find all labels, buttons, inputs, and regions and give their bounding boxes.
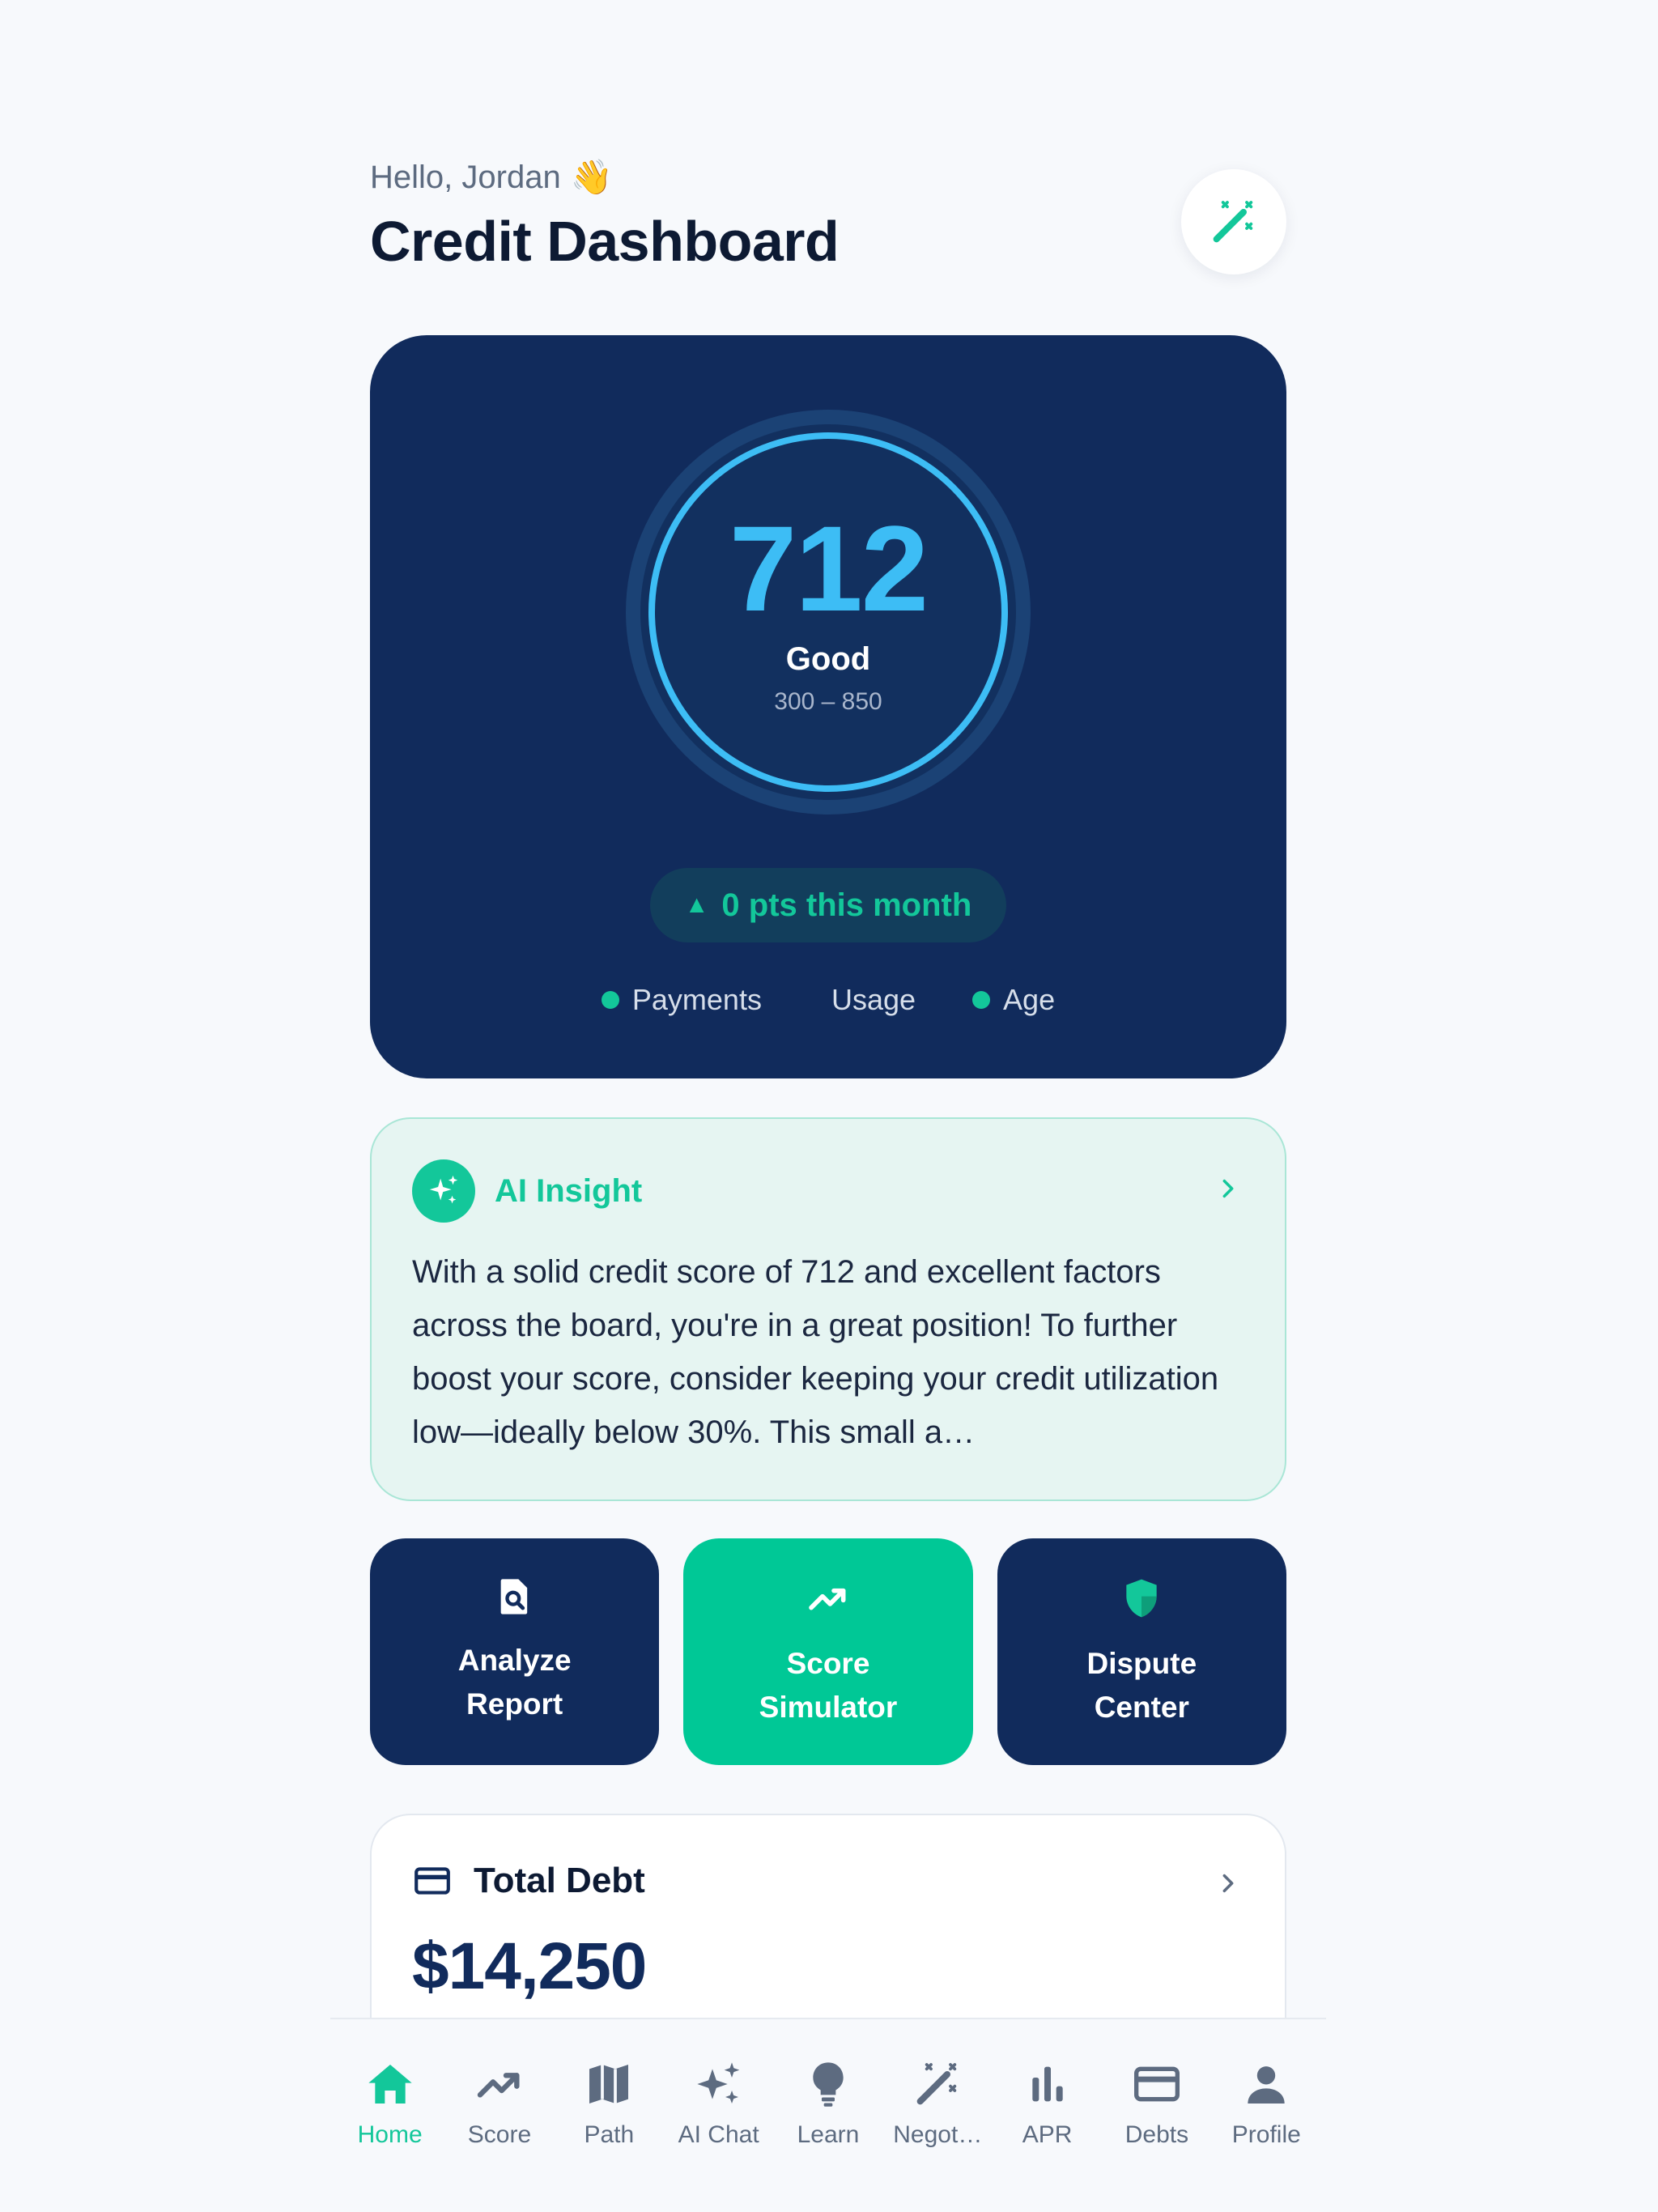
score-simulator-button[interactable]: Score Simulator (683, 1538, 973, 1765)
nav-label: Profile (1231, 2121, 1301, 2148)
nav-item-path[interactable]: Path (555, 2019, 664, 2212)
factor-label: Age (1003, 983, 1056, 1016)
sparkles-icon (696, 2062, 739, 2104)
ai-insight-header: AI Insight (412, 1159, 642, 1223)
nav-label: Score (467, 2121, 532, 2148)
bottom-navigation: Home Score Path AI Chat Learn Negot… APR… (330, 2018, 1326, 2212)
analyze-report-button[interactable]: Analyze Report (370, 1538, 660, 1765)
factor-payments: Payments (601, 983, 762, 1017)
nav-label: Negot… (893, 2121, 983, 2148)
document-search-icon (500, 1579, 527, 1614)
greeting-text: Hello, Jordan (370, 160, 561, 195)
factor-label: Usage (831, 983, 916, 1016)
total-debt-title: Total Debt (474, 1861, 645, 1900)
ai-insight-text: With a solid credit score of 712 and exc… (412, 1254, 1219, 1450)
ai-insight-card[interactable]: AI Insight With a solid credit score of … (370, 1117, 1286, 1501)
score-rating: Good (785, 641, 871, 677)
nav-item-apr[interactable]: APR (993, 2019, 1102, 2212)
magic-wand-button[interactable] (1181, 169, 1286, 274)
credit-score-card[interactable]: 712 Good 300 – 850 ▲ 0 pts this month Pa… (370, 335, 1286, 1078)
sparkles-badge (412, 1159, 475, 1223)
chevron-right-icon[interactable] (1217, 1872, 1239, 1895)
page-title: Credit Dashboard (370, 210, 840, 273)
bar-chart-icon (1031, 2066, 1063, 2102)
analyze-report-label: Analyze Report (457, 1644, 572, 1721)
person-icon (1248, 2066, 1285, 2104)
nav-label: Debts (1124, 2121, 1189, 2148)
chevron-right-icon[interactable] (1217, 1177, 1239, 1200)
score-change-text: 0 pts this month (721, 887, 972, 923)
trending-up-icon (809, 1588, 846, 1610)
factor-dot (972, 991, 991, 1009)
nav-item-profile[interactable]: Profile (1212, 2019, 1321, 2212)
total-debt-header: Total Debt (412, 1861, 645, 1901)
shield-icon (1126, 1579, 1157, 1618)
credit-dashboard-page: Hello, Jordan 👋 Credit Dashboard 712 Goo… (0, 0, 1658, 2212)
credit-card-icon (1133, 2066, 1180, 2102)
factor-age: Age (972, 983, 1055, 1017)
dispute-center-label: Dispute Center (1086, 1647, 1197, 1724)
triangle-up-icon: ▲ (684, 891, 709, 918)
factor-usage: Usage (818, 983, 916, 1017)
score-simulator-label: Score Simulator (759, 1647, 898, 1724)
sparkles-icon (429, 1175, 458, 1204)
score-factors: Payments Usage Age (370, 983, 1286, 1017)
quick-actions: Analyze Report Score Simulator Dispute C… (370, 1538, 1286, 1765)
home-icon (368, 2065, 412, 2104)
score-value: 712 (729, 500, 929, 636)
score-range: 300 – 850 (774, 688, 882, 715)
header: Hello, Jordan 👋 Credit Dashboard (370, 158, 1286, 296)
waving-hand-icon: 👋 (570, 158, 613, 196)
nav-label: Path (584, 2121, 635, 2148)
total-debt-amount: $14,250 (412, 1929, 647, 2003)
nav-item-score[interactable]: Score (444, 2019, 554, 2212)
nav-label: Learn (797, 2121, 860, 2148)
magic-wand-icon (1213, 201, 1253, 243)
map-icon (589, 2065, 629, 2104)
greeting: Hello, Jordan 👋 (370, 158, 1286, 198)
score-change-pill: ▲ 0 pts this month (650, 868, 1006, 942)
lightbulb-icon (813, 2062, 844, 2107)
factor-dot (601, 991, 619, 1009)
magic-wand-icon (916, 2063, 957, 2105)
score-gauge: 712 Good 300 – 850 (610, 393, 1047, 831)
credit-card-icon (414, 1867, 450, 1895)
dispute-center-button[interactable]: Dispute Center (997, 1538, 1286, 1765)
nav-label: AI Chat (678, 2121, 759, 2148)
nav-item-negotiate[interactable]: Negot… (883, 2019, 993, 2212)
ai-insight-title: AI Insight (495, 1172, 643, 1209)
nav-label: Home (357, 2121, 423, 2148)
nav-item-home[interactable]: Home (335, 2019, 444, 2212)
nav-item-ai-chat[interactable]: AI Chat (664, 2019, 773, 2212)
nav-item-debts[interactable]: Debts (1102, 2019, 1211, 2212)
nav-label: APR (1022, 2121, 1073, 2148)
nav-item-learn[interactable]: Learn (773, 2019, 882, 2212)
factor-label: Payments (631, 983, 762, 1016)
trending-up-icon (477, 2073, 520, 2098)
